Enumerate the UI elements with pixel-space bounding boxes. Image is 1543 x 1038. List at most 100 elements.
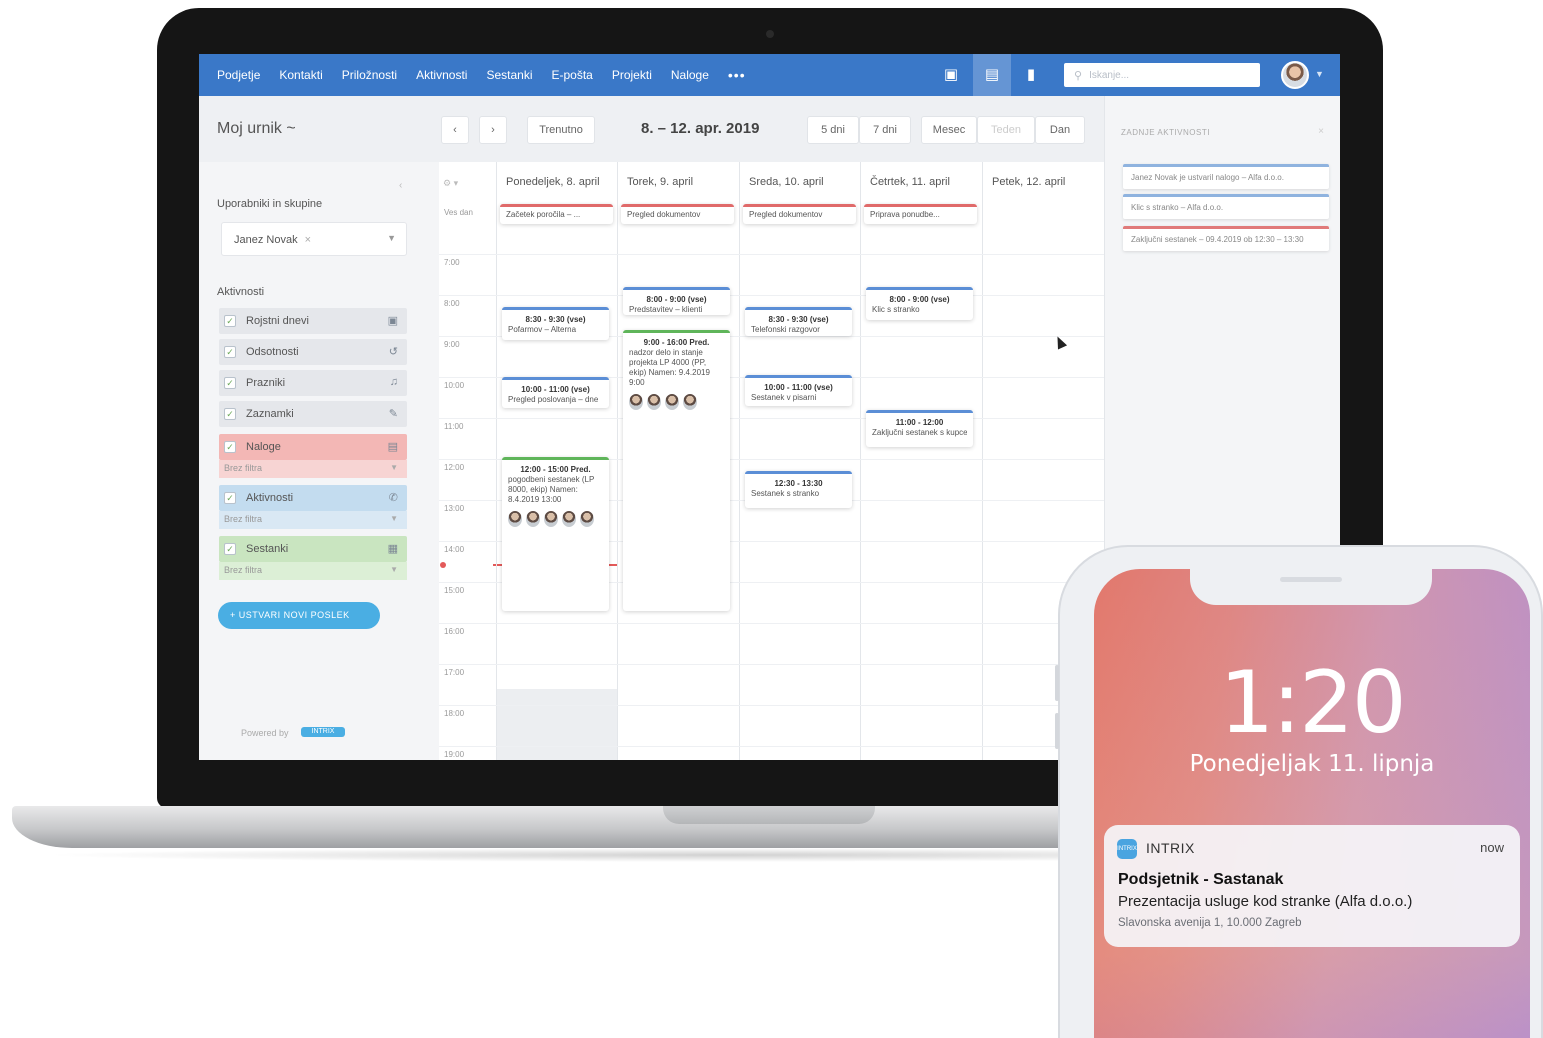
activity-filter-tasks[interactable]: ✓ Naloge ▤ (219, 434, 407, 460)
attendee-avatar[interactable] (683, 393, 697, 410)
top-navigation: Podjetje Kontakti Priložnosti Aktivnosti… (199, 54, 1340, 96)
calendar-event[interactable]: 10:00 - 11:00 (vse) Sestanek v pisarni (745, 374, 852, 406)
attendee-avatar[interactable] (580, 510, 594, 527)
view-5-days-button[interactable]: 5 dni (807, 116, 859, 144)
push-notification[interactable]: INTRIX INTRIX now Podsjetnik - Sastanak … (1104, 825, 1520, 947)
activities-filter-select[interactable]: Brez filtra ▼ (219, 511, 407, 529)
event-description: Klic s stranko (872, 304, 920, 314)
nav-item-contacts[interactable]: Kontakti (279, 68, 322, 82)
checkbox[interactable]: ✓ (224, 315, 236, 327)
event-title: Pregled dokumentov (627, 210, 701, 219)
checkbox[interactable]: ✓ (224, 543, 236, 555)
allday-event[interactable]: Priprava ponudbe... (864, 204, 977, 224)
collapse-icon[interactable]: ‹ (399, 180, 402, 191)
nav-item-projects[interactable]: Projekti (612, 68, 652, 82)
activity-filter-holidays[interactable]: ✓ Prazniki ♫ (219, 370, 407, 396)
checkbox[interactable]: ✓ (224, 346, 236, 358)
recent-activity-item[interactable]: Janez Novak je ustvaril nalogo – Alfa d.… (1123, 164, 1329, 189)
day-header[interactable]: Četrtek, 11. april (870, 176, 950, 188)
app-icon: INTRIX (1117, 839, 1137, 859)
new-task-button[interactable]: + USTVARI NOVI POSLEK (218, 602, 380, 629)
nav-item-tasks[interactable]: Naloge (671, 68, 709, 82)
allday-label: Ves dan (444, 208, 473, 217)
calendar-title[interactable]: Moj urnik ~ (217, 120, 296, 138)
hour-label: 8:00 (444, 299, 460, 308)
event-time: 12:30 - 13:30 (774, 479, 823, 489)
calendar-event[interactable]: 8:30 - 9:30 (vse) Telefonski razgovor (745, 307, 852, 336)
next-button[interactable]: › (479, 116, 507, 144)
meetings-filter-select[interactable]: Brez filtra ▼ (219, 562, 407, 580)
calendar-event[interactable]: 8:30 - 9:30 (vse) Pofarmov – Alterna (502, 307, 609, 341)
settings-icon[interactable]: ⚙ ▾ (443, 178, 458, 189)
day-header[interactable]: Ponedeljek, 8. april (506, 176, 600, 188)
calendar-event[interactable]: 8:00 - 9:00 (vse) Klic s stranko (866, 286, 973, 320)
selected-user: Janez Novak (234, 234, 298, 246)
activity-filter-birthdays[interactable]: ✓ Rojstni dnevi ▣ (219, 308, 407, 334)
tasks-filter-select[interactable]: Brez filtra ▼ (219, 460, 407, 478)
day-header[interactable]: Petek, 12. april (992, 176, 1065, 188)
notification-time: now (1480, 840, 1504, 855)
hour-row-divider (439, 746, 1105, 747)
checkbox[interactable]: ✓ (224, 408, 236, 420)
chevron-down-icon[interactable]: ▼ (1315, 69, 1324, 79)
calendar-event[interactable]: 10:00 - 11:00 (vse) Pregled poslovanja – … (502, 377, 609, 408)
day-column-divider (739, 162, 740, 760)
attendee-avatar[interactable] (665, 393, 679, 410)
close-icon[interactable]: × (1318, 126, 1324, 137)
calendar-event[interactable]: 12:00 - 15:00 Pred. pogodbeni sestanek (L… (502, 456, 609, 611)
volume-button (1055, 665, 1059, 701)
calendar-event[interactable]: 8:00 - 9:00 (vse) Predstavitev – klienti (623, 286, 730, 316)
view-day-button[interactable]: Dan (1035, 116, 1085, 144)
allday-event[interactable]: Začetek poročila – ... (500, 204, 613, 224)
bar-chart-icon[interactable]: ▮ (1021, 65, 1041, 85)
away-icon: ↺ (388, 346, 398, 358)
calendar-event[interactable]: 11:00 - 12:00 Zaključni sestanek s kupcem (866, 409, 973, 447)
document-icon[interactable]: ▣ (941, 65, 961, 85)
activity-filter-meetings[interactable]: ✓ Sestanki ▦ (219, 536, 407, 562)
event-time: 11:00 - 12:00 (895, 417, 944, 427)
day-column-divider (617, 162, 618, 760)
attendee-avatar[interactable] (544, 510, 558, 527)
calendar-event[interactable]: 12:30 - 13:30 Sestanek s stranko (745, 471, 852, 509)
checkbox[interactable]: ✓ (224, 492, 236, 504)
recent-activity-item[interactable]: Zaključni sestanek – 09.4.2019 ob 12:30 … (1123, 226, 1329, 251)
nav-item-email[interactable]: E-pošta (551, 68, 592, 82)
activity-filter-activities[interactable]: ✓ Aktivnosti ✆ (219, 485, 407, 511)
nav-more-button[interactable]: ••• (728, 67, 746, 83)
intrix-logo: INTRIX (301, 727, 345, 737)
attendee-avatar[interactable] (629, 393, 643, 410)
prev-button[interactable]: ‹ (441, 116, 469, 144)
day-header[interactable]: Torek, 9. april (627, 176, 693, 188)
current-time-dot (440, 562, 446, 568)
search-input[interactable]: ⚲ Iskanje... (1064, 63, 1260, 87)
recent-activity-item[interactable]: Klic s stranko – Alfa d.o.o. (1123, 194, 1329, 219)
attendee-avatar[interactable] (526, 510, 540, 527)
view-month-button[interactable]: Mesec (921, 116, 977, 144)
nav-item-meetings[interactable]: Sestanki (486, 68, 532, 82)
user-avatar[interactable] (1281, 61, 1309, 89)
calendar-header: ⚙ ▾ Ponedeljek, 8. april Torek, 9. april S… (439, 162, 1105, 202)
checkbox[interactable]: ✓ (224, 441, 236, 453)
view-7-days-button[interactable]: 7 dni (859, 116, 911, 144)
calendar-event[interactable]: 9:00 - 16:00 Pred. nadzor delo in stanje … (623, 329, 730, 611)
allday-event[interactable]: Pregled dokumentov (621, 204, 734, 224)
meeting-icon: ▦ (387, 543, 398, 555)
nav-item-company[interactable]: Podjetje (217, 68, 260, 82)
activity-filter-bookmarks[interactable]: ✓ Zaznamki ✎ (219, 401, 407, 427)
today-button[interactable]: Trenutno (527, 116, 595, 144)
attendee-avatar[interactable] (508, 510, 522, 527)
calendar-icon[interactable]: ▤ (973, 54, 1011, 96)
user-select[interactable]: Janez Novak × ▼ (221, 222, 407, 256)
search-icon: ⚲ (1074, 69, 1083, 82)
allday-event[interactable]: Pregled dokumentov (743, 204, 856, 224)
view-week-button[interactable]: Teden (977, 116, 1035, 144)
activity-filter-absences[interactable]: ✓ Odsotnosti ↺ (219, 339, 407, 365)
attendee-avatar[interactable] (647, 393, 661, 410)
checkbox[interactable]: ✓ (224, 377, 236, 389)
nav-item-opportunities[interactable]: Priložnosti (342, 68, 397, 82)
nav-item-activities[interactable]: Aktivnosti (416, 68, 467, 82)
remove-user-icon[interactable]: × (305, 234, 311, 246)
day-column-divider (860, 162, 861, 760)
day-header[interactable]: Sreda, 10. april (749, 176, 824, 188)
attendee-avatar[interactable] (562, 510, 576, 527)
